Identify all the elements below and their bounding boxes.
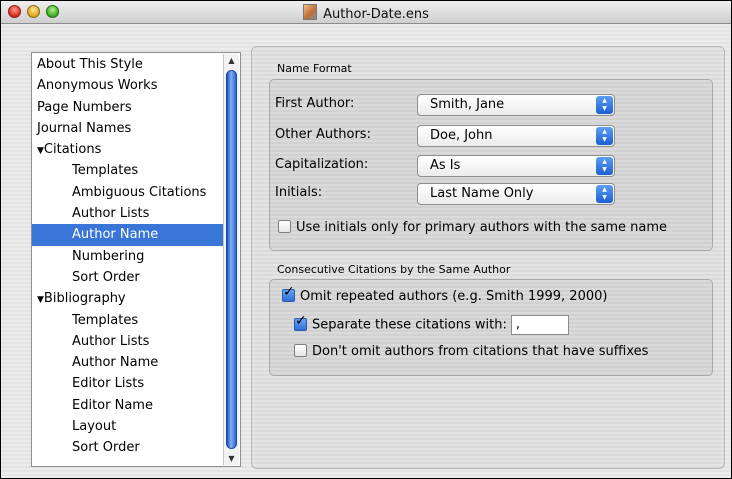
sidebar-item[interactable]: Journal Names: [32, 118, 225, 139]
disclosure-triangle-icon[interactable]: ▼: [37, 146, 44, 156]
sidebar-item-label: Layout: [72, 419, 117, 435]
sidebar-item[interactable]: Editor Name: [32, 395, 225, 416]
name-format-group-title: Name Format: [277, 62, 352, 75]
sidebar-item[interactable]: Layout: [32, 416, 225, 437]
vertical-scrollbar[interactable]: ▲ ▼: [223, 54, 239, 465]
disclosure-triangle-icon[interactable]: ▼: [37, 295, 44, 305]
initials-popup[interactable]: Last Name Only ▲ ▼: [417, 183, 615, 205]
app-window: Author-Date.ens About This Style Anonymou…: [0, 0, 732, 479]
other-authors-value: Doe, John: [430, 128, 493, 143]
first-author-label: First Author:: [275, 96, 355, 111]
separator-input[interactable]: ,: [510, 315, 569, 335]
sidebar-item-label: About This Style: [37, 57, 143, 72]
consecutive-group-title: Consecutive Citations by the Same Author: [277, 263, 511, 276]
capitalization-label: Capitalization:: [275, 157, 369, 172]
sidebar-item-label: Author Name: [72, 227, 159, 243]
use-initials-option[interactable]: Use initials only for primary authors wi…: [278, 220, 667, 235]
dont-omit-checkbox[interactable]: [294, 344, 307, 357]
sidebar-item-label: Templates: [72, 312, 139, 328]
sidebar-item[interactable]: ▼Citations: [32, 139, 225, 160]
sidebar-item[interactable]: Templates: [32, 160, 225, 181]
sidebar-item-label: Citations: [43, 142, 102, 158]
popup-arrows-icon: ▲ ▼: [596, 127, 613, 145]
checkmark-icon: ✓: [295, 312, 307, 329]
other-authors-popup[interactable]: Doe, John ▲ ▼: [417, 125, 615, 147]
sidebar-item[interactable]: Templates: [32, 310, 225, 331]
first-author-popup[interactable]: Smith, Jane ▲ ▼: [417, 94, 615, 116]
scrollbar-thumb[interactable]: [226, 70, 237, 449]
sidebar-item[interactable]: Numbering: [32, 246, 225, 267]
sidebar-item-label: Ambiguous Citations: [72, 184, 207, 200]
sidebar-item[interactable]: Sort Order: [32, 267, 225, 288]
sidebar-item-label: Templates: [72, 163, 139, 179]
omit-repeated-option[interactable]: ✓ Omit repeated authors (e.g. Smith 1999,…: [282, 284, 608, 304]
dont-omit-option[interactable]: Don't omit authors from citations that h…: [294, 344, 648, 359]
sidebar-item[interactable]: Sort Order: [32, 437, 225, 458]
dont-omit-label: Don't omit authors from citations that h…: [312, 344, 649, 359]
first-author-value: Smith, Jane: [430, 97, 505, 112]
popup-arrows-icon: ▲ ▼: [596, 185, 613, 203]
sidebar-item[interactable]: Author Lists: [32, 203, 225, 224]
omit-repeated-label: Omit repeated authors (e.g. Smith 1999, …: [300, 289, 608, 304]
separate-option[interactable]: ✓ Separate these citations with:,: [294, 313, 569, 335]
popup-arrows-icon: ▲ ▼: [596, 157, 613, 175]
popup-arrows-icon: ▲ ▼: [596, 96, 613, 114]
capitalization-value: As Is: [430, 158, 461, 173]
sidebar-item-label: Anonymous Works: [37, 78, 158, 94]
other-authors-label: Other Authors:: [275, 127, 371, 142]
sidebar-item[interactable]: Ambiguous Citations: [32, 182, 225, 203]
sidebar-item-label: Bibliography: [43, 291, 126, 307]
sidebar-item[interactable]: Author Lists: [32, 331, 225, 352]
checkmark-icon: ✓: [283, 284, 295, 300]
window-title-area: Author-Date.ens: [1, 4, 731, 22]
use-initials-checkbox[interactable]: [278, 220, 291, 233]
sidebar-item-label: Author Lists: [72, 333, 150, 349]
sidebar-item[interactable]: Author Name: [32, 224, 225, 246]
sidebar-item-label: Editor Lists: [72, 376, 145, 392]
omit-repeated-checkbox[interactable]: ✓: [282, 284, 295, 302]
sidebar-item-label: Numbering: [72, 248, 145, 264]
separate-checkbox[interactable]: ✓: [294, 313, 307, 331]
sidebar-item[interactable]: Author Name: [32, 352, 225, 373]
sidebar-item-label: Editor Name: [72, 397, 153, 413]
sidebar-item[interactable]: About This Style: [32, 54, 225, 75]
style-sections-list[interactable]: About This Style Anonymous Works Page Numb…: [31, 52, 241, 467]
scroll-down-arrow-icon[interactable]: ▼: [224, 454, 239, 463]
sidebar-item-label: Author Lists: [72, 206, 150, 222]
separate-label: Separate these citations with:: [312, 317, 507, 333]
scroll-up-arrow-icon[interactable]: ▲: [224, 56, 239, 65]
sidebar-item[interactable]: Anonymous Works: [32, 75, 225, 96]
sidebar-item-label: Page Numbers: [37, 99, 132, 115]
use-initials-label: Use initials only for primary authors wi…: [296, 220, 668, 235]
sidebar-item-label: Journal Names: [37, 120, 132, 136]
sidebar-item[interactable]: ▼Bibliography: [32, 288, 225, 309]
capitalization-popup[interactable]: As Is ▲ ▼: [417, 155, 615, 177]
initials-label: Initials:: [275, 185, 323, 200]
initials-value: Last Name Only: [430, 186, 534, 201]
sidebar-item[interactable]: Page Numbers: [32, 97, 225, 118]
sidebar-list: About This Style Anonymous Works Page Numb…: [32, 54, 225, 459]
document-icon: [303, 4, 318, 20]
sidebar-item-label: Sort Order: [72, 440, 140, 456]
window-title: Author-Date.ens: [323, 7, 429, 22]
sidebar-item-label: Sort Order: [72, 269, 140, 285]
sidebar-item-label: Author Name: [72, 355, 159, 371]
title-bar: Author-Date.ens: [1, 1, 731, 24]
sidebar-item[interactable]: Editor Lists: [32, 373, 225, 394]
